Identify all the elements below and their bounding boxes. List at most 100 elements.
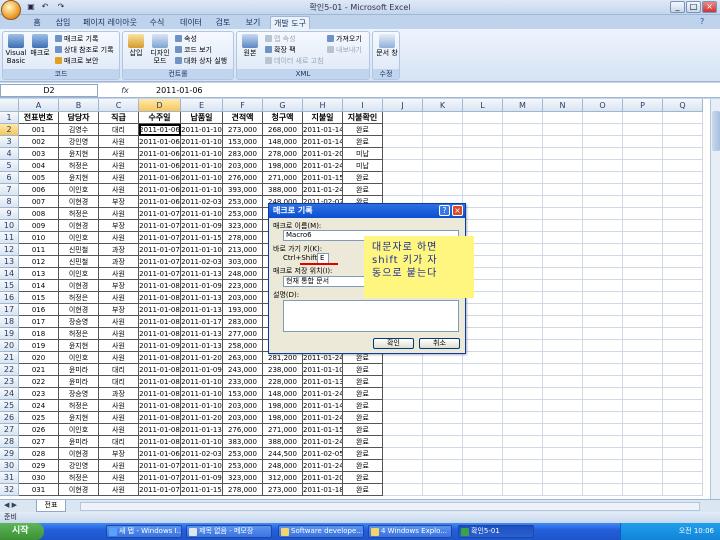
empty-cell[interactable]: [383, 436, 423, 448]
vertical-scrollbar[interactable]: [710, 99, 720, 499]
empty-cell[interactable]: [503, 280, 543, 292]
table-cell[interactable]: 019: [19, 340, 59, 352]
table-cell[interactable]: 미납: [343, 148, 383, 160]
office-button[interactable]: [1, 0, 21, 20]
empty-cell[interactable]: [583, 256, 623, 268]
table-cell[interactable]: 248,000: [223, 268, 263, 280]
empty-cell[interactable]: [543, 328, 583, 340]
table-cell[interactable]: 2011-01-08: [139, 412, 181, 424]
empty-cell[interactable]: [663, 184, 703, 196]
table-cell[interactable]: 부장: [99, 448, 139, 460]
table-cell[interactable]: 203,000: [223, 400, 263, 412]
table-cell[interactable]: 007: [19, 196, 59, 208]
empty-cell[interactable]: [463, 160, 503, 172]
empty-cell[interactable]: [583, 328, 623, 340]
table-cell[interactable]: 허정은: [59, 400, 99, 412]
empty-cell[interactable]: [463, 208, 503, 220]
table-cell[interactable]: 허정은: [59, 472, 99, 484]
table-cell[interactable]: 2011-01-17: [181, 316, 223, 328]
table-cell[interactable]: 253,000: [223, 460, 263, 472]
empty-cell[interactable]: [503, 292, 543, 304]
empty-cell[interactable]: [503, 436, 543, 448]
empty-cell[interactable]: [503, 172, 543, 184]
empty-cell[interactable]: [583, 268, 623, 280]
table-cell[interactable]: 271,000: [263, 172, 303, 184]
empty-cell[interactable]: [663, 160, 703, 172]
empty-cell[interactable]: [583, 160, 623, 172]
table-cell[interactable]: 과장: [99, 256, 139, 268]
table-cell[interactable]: 신민철: [59, 256, 99, 268]
table-cell[interactable]: 023: [19, 388, 59, 400]
table-cell[interactable]: 2011-01-09: [181, 280, 223, 292]
empty-cell[interactable]: [543, 256, 583, 268]
table-cell[interactable]: 2011-01-24: [303, 412, 343, 424]
table-cell[interactable]: 부장: [99, 196, 139, 208]
table-cell[interactable]: 213,000: [223, 244, 263, 256]
empty-cell[interactable]: [663, 328, 703, 340]
empty-cell[interactable]: [623, 172, 663, 184]
table-cell[interactable]: 253,000: [223, 208, 263, 220]
help-icon[interactable]: ?: [700, 17, 704, 26]
empty-cell[interactable]: [423, 364, 463, 376]
empty-cell[interactable]: [423, 472, 463, 484]
dialog-help-button[interactable]: ?: [439, 205, 450, 216]
empty-cell[interactable]: [583, 208, 623, 220]
empty-cell[interactable]: [583, 400, 623, 412]
empty-cell[interactable]: [663, 400, 703, 412]
table-cell[interactable]: 2011-01-10: [181, 376, 223, 388]
table-cell[interactable]: 271,000: [263, 424, 303, 436]
table-cell[interactable]: 윤지현: [59, 412, 99, 424]
table-cell[interactable]: 완료: [343, 400, 383, 412]
table-cell[interactable]: 283,000: [223, 316, 263, 328]
empty-cell[interactable]: [423, 136, 463, 148]
empty-cell[interactable]: [463, 412, 503, 424]
tab-formulas[interactable]: 수식: [146, 16, 168, 29]
empty-cell[interactable]: [463, 196, 503, 208]
empty-cell[interactable]: [663, 220, 703, 232]
insert-control-button[interactable]: 삽입: [125, 34, 147, 70]
empty-cell[interactable]: [503, 232, 543, 244]
map-properties-button[interactable]: 맵 속성: [265, 35, 296, 44]
empty-cell[interactable]: [423, 172, 463, 184]
empty-cell[interactable]: [623, 292, 663, 304]
table-cell[interactable]: 2011-01-24: [303, 160, 343, 172]
empty-cell[interactable]: [623, 328, 663, 340]
empty-cell[interactable]: [503, 412, 543, 424]
empty-cell[interactable]: [583, 124, 623, 136]
row-header[interactable]: 1: [0, 112, 19, 124]
empty-cell[interactable]: [463, 352, 503, 364]
table-cell[interactable]: 203,000: [223, 412, 263, 424]
empty-cell[interactable]: [383, 472, 423, 484]
table-cell[interactable]: 2011-01-15: [181, 484, 223, 496]
empty-cell[interactable]: [383, 172, 423, 184]
scroll-thumb[interactable]: [712, 111, 720, 151]
column-header[interactable]: F: [223, 99, 263, 112]
table-cell[interactable]: 2011-02-05: [303, 448, 343, 460]
row-header[interactable]: 28: [0, 436, 19, 448]
table-cell[interactable]: 2011-01-15: [303, 424, 343, 436]
empty-cell[interactable]: [543, 280, 583, 292]
table-cell[interactable]: 허정은: [59, 160, 99, 172]
view-code-button[interactable]: 코드 보기: [175, 46, 212, 55]
maximize-button[interactable]: □: [686, 1, 701, 13]
horizontal-scrollbar[interactable]: [80, 502, 700, 511]
table-cell[interactable]: 사원: [99, 208, 139, 220]
empty-cell[interactable]: [623, 436, 663, 448]
table-cell[interactable]: 완료: [343, 412, 383, 424]
table-cell[interactable]: 024: [19, 400, 59, 412]
table-cell[interactable]: 027: [19, 436, 59, 448]
table-cell[interactable]: 신민철: [59, 244, 99, 256]
empty-cell[interactable]: [663, 268, 703, 280]
empty-cell[interactable]: [623, 232, 663, 244]
table-cell[interactable]: 2011-01-07: [139, 232, 181, 244]
empty-cell[interactable]: [623, 340, 663, 352]
table-cell[interactable]: 263,000: [223, 352, 263, 364]
table-cell[interactable]: 031: [19, 484, 59, 496]
empty-cell[interactable]: [423, 124, 463, 136]
empty-cell[interactable]: [663, 460, 703, 472]
row-header[interactable]: 9: [0, 208, 19, 220]
table-cell[interactable]: 278,000: [223, 232, 263, 244]
empty-cell[interactable]: [423, 436, 463, 448]
column-header[interactable]: Q: [663, 99, 703, 112]
table-cell[interactable]: 2011-01-08: [139, 364, 181, 376]
